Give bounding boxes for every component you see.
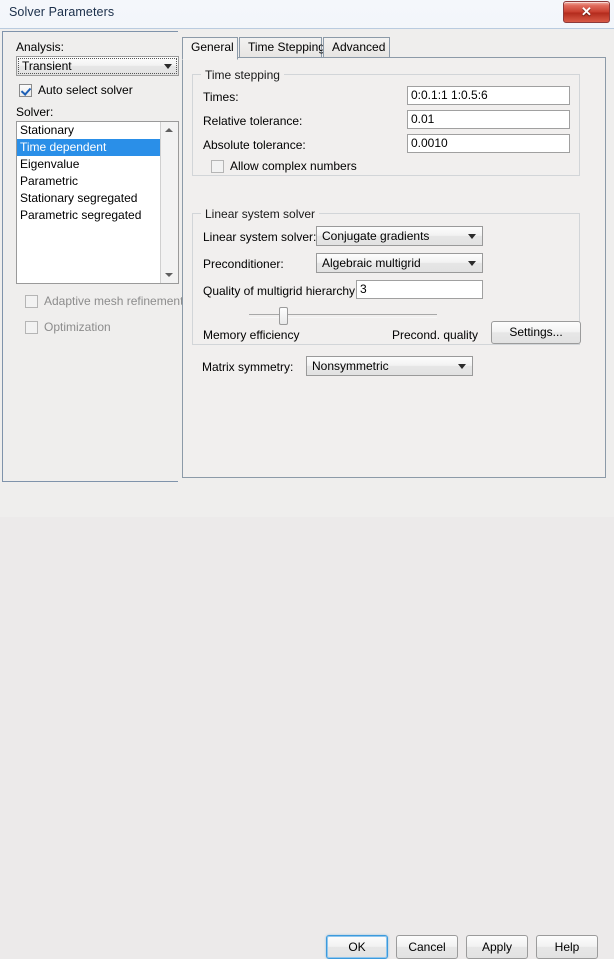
preconditioner-label: Preconditioner:: [203, 257, 284, 271]
allow-complex-numbers-label: Allow complex numbers: [230, 159, 357, 173]
tab-advanced[interactable]: Advanced: [323, 37, 390, 58]
quality-of-multigrid-label: Quality of multigrid hierarchy:: [203, 284, 359, 298]
close-button[interactable]: ✕: [563, 1, 610, 23]
tab-general[interactable]: General: [182, 37, 238, 60]
solver-listbox[interactable]: Stationary Time dependent Eigenvalue Parame…: [16, 121, 179, 284]
right-panel: General Time Stepping Advanced Time step…: [178, 31, 610, 482]
chevron-down-icon: [468, 234, 476, 239]
checkbox-box-icon: [25, 294, 38, 308]
preconditioner-dropdown[interactable]: Algebraic multigrid: [316, 253, 483, 273]
memory-efficiency-label: Memory efficiency: [203, 328, 300, 342]
auto-select-solver-label: Auto select solver: [38, 83, 133, 97]
preconditioner-value: Algebraic multigrid: [322, 256, 421, 270]
linear-system-group-title: Linear system solver: [201, 207, 320, 221]
quality-of-multigrid-input[interactable]: 3: [356, 280, 483, 299]
settings-button[interactable]: Settings...: [491, 321, 581, 344]
left-panel: Analysis: Transient Auto select solver S…: [2, 31, 183, 482]
list-item[interactable]: Stationary: [17, 122, 161, 139]
times-label: Times:: [203, 90, 239, 104]
checkbox-box-icon: [25, 320, 38, 334]
chevron-down-icon: [164, 64, 172, 69]
slider-thumb[interactable]: [279, 307, 288, 325]
tab-page-general: Time stepping Times: 0:0.1:1 1:0.5:6 Rel…: [182, 57, 606, 478]
relative-tolerance-input[interactable]: 0.01: [407, 110, 570, 129]
multigrid-quality-slider[interactable]: [249, 307, 437, 325]
auto-select-solver-checkbox[interactable]: Auto select solver: [19, 83, 133, 97]
absolute-tolerance-label: Absolute tolerance:: [203, 138, 306, 152]
tab-time-stepping[interactable]: Time Stepping: [239, 37, 325, 58]
matrix-symmetry-dropdown[interactable]: Nonsymmetric: [306, 356, 473, 376]
analysis-label: Analysis:: [16, 40, 65, 54]
chevron-down-icon: [458, 364, 466, 369]
adaptive-mesh-refinement-checkbox[interactable]: Adaptive mesh refinement: [25, 294, 183, 308]
matrix-symmetry-label: Matrix symmetry:: [202, 360, 294, 374]
checkbox-box-icon: [211, 159, 224, 173]
time-stepping-group: Time stepping Times: 0:0.1:1 1:0.5:6 Rel…: [192, 68, 580, 176]
window-title: Solver Parameters: [9, 5, 115, 19]
solver-label: Solver:: [16, 105, 54, 119]
dialog-client-area: Analysis: Transient Auto select solver S…: [0, 28, 614, 959]
title-bar: Solver Parameters ✕: [0, 0, 614, 28]
apply-button[interactable]: Apply: [466, 935, 528, 959]
close-icon: ✕: [581, 4, 592, 19]
list-item[interactable]: Time dependent: [17, 139, 161, 156]
list-item[interactable]: Parametric segregated: [17, 207, 161, 224]
linear-system-solver-dropdown[interactable]: Conjugate gradients: [316, 226, 483, 246]
optimization-label: Optimization: [44, 320, 111, 334]
list-item[interactable]: Eigenvalue: [17, 156, 161, 173]
linear-system-solver-group: Linear system solver Linear system solve…: [192, 207, 581, 345]
time-stepping-group-title: Time stepping: [201, 68, 284, 82]
optimization-checkbox[interactable]: Optimization: [25, 320, 111, 334]
list-item[interactable]: Parametric: [17, 173, 161, 190]
scroll-down-icon[interactable]: [161, 267, 177, 283]
help-button[interactable]: Help: [536, 935, 598, 959]
solver-list-scrollbar[interactable]: [160, 122, 178, 283]
precond-quality-label: Precond. quality: [392, 328, 479, 342]
cancel-button[interactable]: Cancel: [396, 935, 458, 959]
relative-tolerance-label: Relative tolerance:: [203, 114, 303, 128]
slider-track: [249, 314, 437, 318]
matrix-symmetry-value: Nonsymmetric: [312, 359, 389, 373]
list-item[interactable]: Stationary segregated: [17, 190, 161, 207]
chevron-down-icon: [468, 261, 476, 266]
solver-parameters-dialog: Solver Parameters ✕ Analysis: Transient …: [0, 0, 614, 959]
scroll-up-icon[interactable]: [161, 122, 177, 138]
solver-list-items: Stationary Time dependent Eigenvalue Parame…: [17, 122, 161, 224]
times-input[interactable]: 0:0.1:1 1:0.5:6: [407, 86, 570, 105]
adaptive-mesh-refinement-label: Adaptive mesh refinement: [44, 294, 184, 308]
absolute-tolerance-input[interactable]: 0.0010: [407, 134, 570, 153]
dialog-button-bar: OK Cancel Apply Help: [0, 483, 614, 959]
checkbox-check-icon: [19, 83, 32, 97]
analysis-dropdown[interactable]: Transient: [16, 56, 179, 76]
analysis-dropdown-value: Transient: [22, 59, 72, 73]
allow-complex-numbers-checkbox[interactable]: Allow complex numbers: [211, 159, 357, 173]
linear-system-solver-value: Conjugate gradients: [322, 229, 430, 243]
ok-button[interactable]: OK: [326, 935, 388, 959]
linear-system-solver-label: Linear system solver:: [203, 230, 317, 244]
